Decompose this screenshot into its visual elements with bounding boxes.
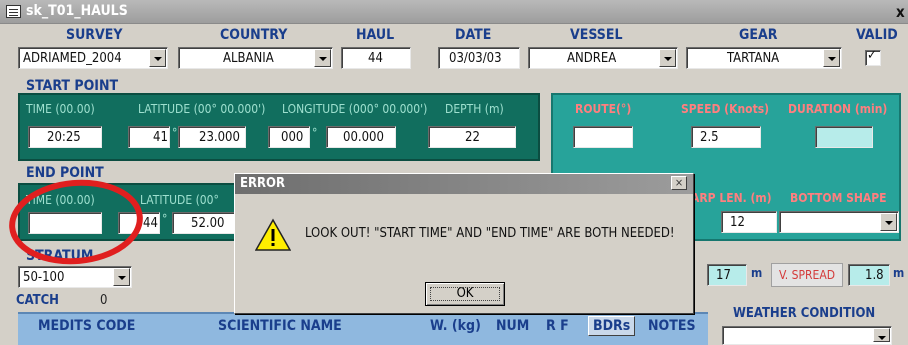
dialog-close-button[interactable]: × — [671, 176, 687, 190]
dialog-title: ERROR — [240, 176, 285, 191]
ok-button[interactable]: OK — [425, 282, 505, 306]
error-dialog: ERROR × LOOK OUT! "START TIME" AND "END … — [234, 173, 694, 314]
dialog-message: LOOK OUT! "START TIME" AND "END TIME" AR… — [305, 226, 675, 241]
dialog-titlebar: ERROR × — [235, 174, 693, 194]
warning-icon — [255, 218, 291, 251]
